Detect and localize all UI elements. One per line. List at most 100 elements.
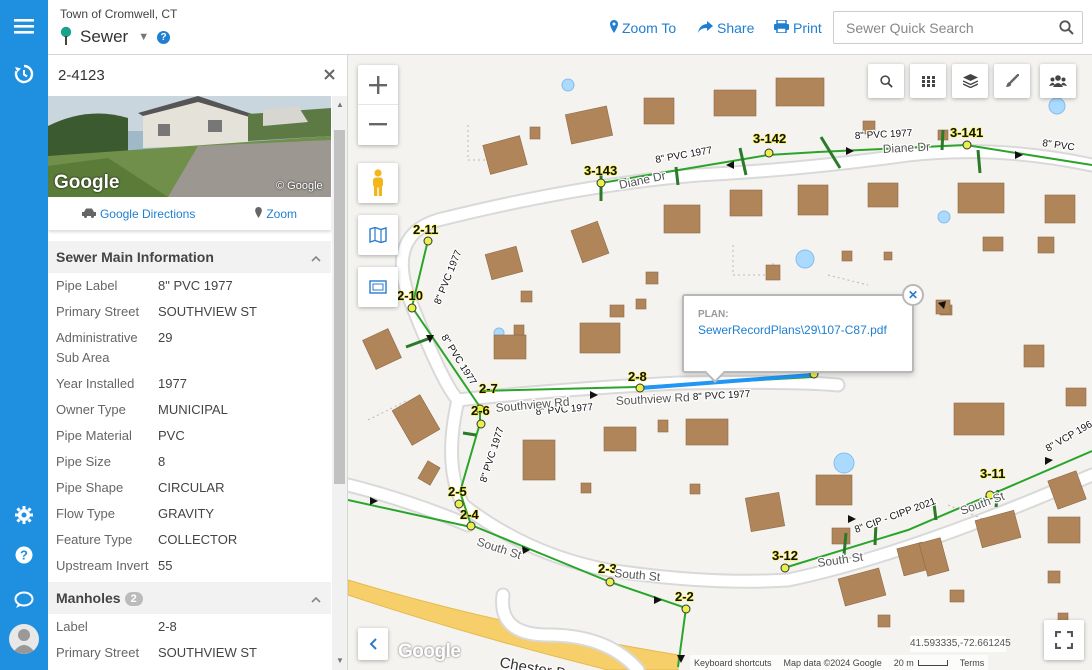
manhole-label[interactable]: 2-11: [413, 222, 439, 238]
google-logo: Google: [398, 641, 461, 662]
manhole-label[interactable]: 2-5: [448, 484, 468, 500]
attribute-value: MUNICIPAL: [158, 402, 228, 417]
manhole-label[interactable]: 2-10: [397, 288, 424, 304]
attribute-key: Pipe Size: [56, 454, 111, 469]
scrollbar-thumb[interactable]: [334, 130, 345, 484]
quick-search: [833, 11, 1083, 44]
manhole-label[interactable]: 2-6: [471, 403, 491, 419]
pipe-label: 8" PVC 1977: [433, 248, 465, 306]
search-icon[interactable]: [1059, 20, 1074, 38]
frame-icon[interactable]: [358, 267, 398, 307]
attribute-row: Owner Type MUNICIPAL: [48, 400, 331, 426]
print-button[interactable]: Print: [774, 18, 822, 38]
manhole-label[interactable]: 2-2: [675, 589, 695, 605]
attribute-value: COLLECTOR: [158, 532, 238, 547]
scroll-down-arrow[interactable]: ▼: [336, 656, 344, 665]
chevron-down-icon[interactable]: ▼: [138, 31, 149, 43]
brush-icon[interactable]: [994, 64, 1030, 98]
attribute-value: SOUTHVIEW ST: [158, 304, 257, 319]
google-directions-link[interactable]: Google Directions: [81, 207, 195, 221]
chevron-up-icon[interactable]: [311, 590, 321, 606]
attribute-key: Label: [56, 619, 88, 634]
pegman-icon[interactable]: [358, 163, 398, 203]
map-marker-icon: [255, 207, 263, 221]
scroll-up-arrow[interactable]: ▲: [336, 100, 344, 109]
sewer-main-section-header[interactable]: Sewer Main Information: [48, 241, 331, 273]
scale-label: 20 m: [893, 657, 914, 668]
attribute-key: Primary Street: [56, 304, 140, 319]
plan-link[interactable]: SewerRecordPlans\29\107-C87.pdf: [698, 323, 898, 338]
share-icon: [698, 20, 717, 36]
attribute-row: Flow Type GRAVITY: [48, 504, 331, 530]
manholes-section-header[interactable]: Manholes 2: [48, 582, 331, 614]
manhole-label[interactable]: 2-7: [479, 381, 499, 397]
attribute-row: Primary Street SOUTHVIEW ST: [48, 302, 331, 328]
chat-icon[interactable]: [0, 580, 48, 620]
zoom-label: Zoom: [266, 207, 298, 221]
manhole-label[interactable]: 3-142: [753, 131, 787, 147]
fullscreen-icon[interactable]: [1044, 620, 1084, 660]
attribute-value: 2-8: [158, 619, 177, 634]
search-icon[interactable]: [868, 64, 904, 98]
grid-icon[interactable]: [910, 64, 946, 98]
keyboard-shortcuts-link[interactable]: Keyboard shortcuts: [694, 658, 772, 668]
map-marker-icon: [610, 20, 622, 36]
attribute-key: Pipe Shape: [56, 480, 124, 495]
print-icon: [774, 19, 793, 36]
zoom-link[interactable]: Zoom: [255, 207, 297, 221]
user-icon[interactable]: [9, 624, 39, 654]
map-canvas[interactable]: 3-143 3-142 3-141 2-11 2-10 2-7 2-6 2-8 …: [348, 55, 1092, 670]
street-label: Diane Dr: [882, 140, 930, 156]
svg-text:?: ?: [20, 548, 28, 563]
manhole-label[interactable]: 2-4: [460, 507, 480, 523]
attribute-key: Pipe Material: [56, 428, 132, 443]
panel-scrollbar[interactable]: ▲ ▼: [332, 96, 347, 670]
history-icon[interactable]: [0, 54, 48, 94]
zoom-out-button[interactable]: [358, 105, 398, 145]
manhole-label[interactable]: 3-143: [584, 163, 618, 179]
manholes-heading-text: Manholes: [56, 590, 121, 606]
zoom-to-button[interactable]: Zoom To: [610, 18, 676, 38]
group-icon[interactable]: [1040, 64, 1076, 98]
pipe-label: 8" VCP 196: [1044, 419, 1092, 455]
zoom-to-label: Zoom To: [622, 20, 677, 36]
manholes-heading: Manholes 2: [56, 590, 143, 606]
map-icon[interactable]: [358, 215, 398, 255]
feature-popup: PLAN: SewerRecordPlans\29\107-C87.pdf ✕: [682, 284, 924, 383]
manhole-label[interactable]: 2-8: [628, 369, 648, 385]
question-icon[interactable]: ?: [0, 535, 48, 575]
zoom-in-button[interactable]: [358, 65, 398, 105]
app-header: Town of Cromwell, CT Sewer ▼ ? Zoom To S…: [48, 0, 1092, 55]
street-label: Southview Rd: [615, 390, 690, 408]
close-icon[interactable]: [324, 68, 335, 83]
chevron-up-icon[interactable]: [311, 249, 321, 265]
share-button[interactable]: Share: [698, 18, 754, 38]
manhole-label[interactable]: 3-12: [772, 548, 799, 564]
gear-icon[interactable]: [0, 495, 48, 535]
attribute-row: Upstream Invert 55: [48, 556, 331, 582]
help-icon[interactable]: ?: [157, 30, 171, 44]
attribute-row: Year Installed 1977: [48, 374, 331, 400]
menu-icon[interactable]: [0, 6, 48, 46]
photo-copyright: © Google: [276, 180, 323, 192]
zoom-controls: [358, 65, 398, 145]
car-icon: [81, 207, 96, 221]
pipe-label: 8" PVC 1977: [478, 425, 506, 483]
layer-selector[interactable]: Sewer ▼ ?: [60, 25, 171, 49]
layers-icon[interactable]: [952, 64, 988, 98]
attribute-value: GRAVITY: [158, 506, 215, 521]
pin-icon: [60, 26, 72, 49]
pipe-label: 8" PVC 1977: [693, 389, 751, 403]
attribute-value: 8" PVC 1977: [158, 278, 233, 293]
attribute-value: CIRCULAR: [158, 480, 225, 495]
collapse-panel-button[interactable]: [358, 628, 388, 660]
manhole-label[interactable]: 3-141: [950, 125, 984, 141]
attribute-key: Administrative Sub Area: [56, 330, 138, 365]
terms-link[interactable]: Terms: [960, 658, 985, 668]
attribute-row: Label 2-8: [48, 617, 331, 643]
street-view-photo[interactable]: Google © Google: [48, 96, 331, 197]
search-input[interactable]: [834, 12, 1044, 43]
attribute-key: Primary Street: [56, 645, 140, 660]
close-icon[interactable]: ✕: [902, 284, 924, 306]
manhole-label[interactable]: 3-11: [980, 466, 1006, 482]
